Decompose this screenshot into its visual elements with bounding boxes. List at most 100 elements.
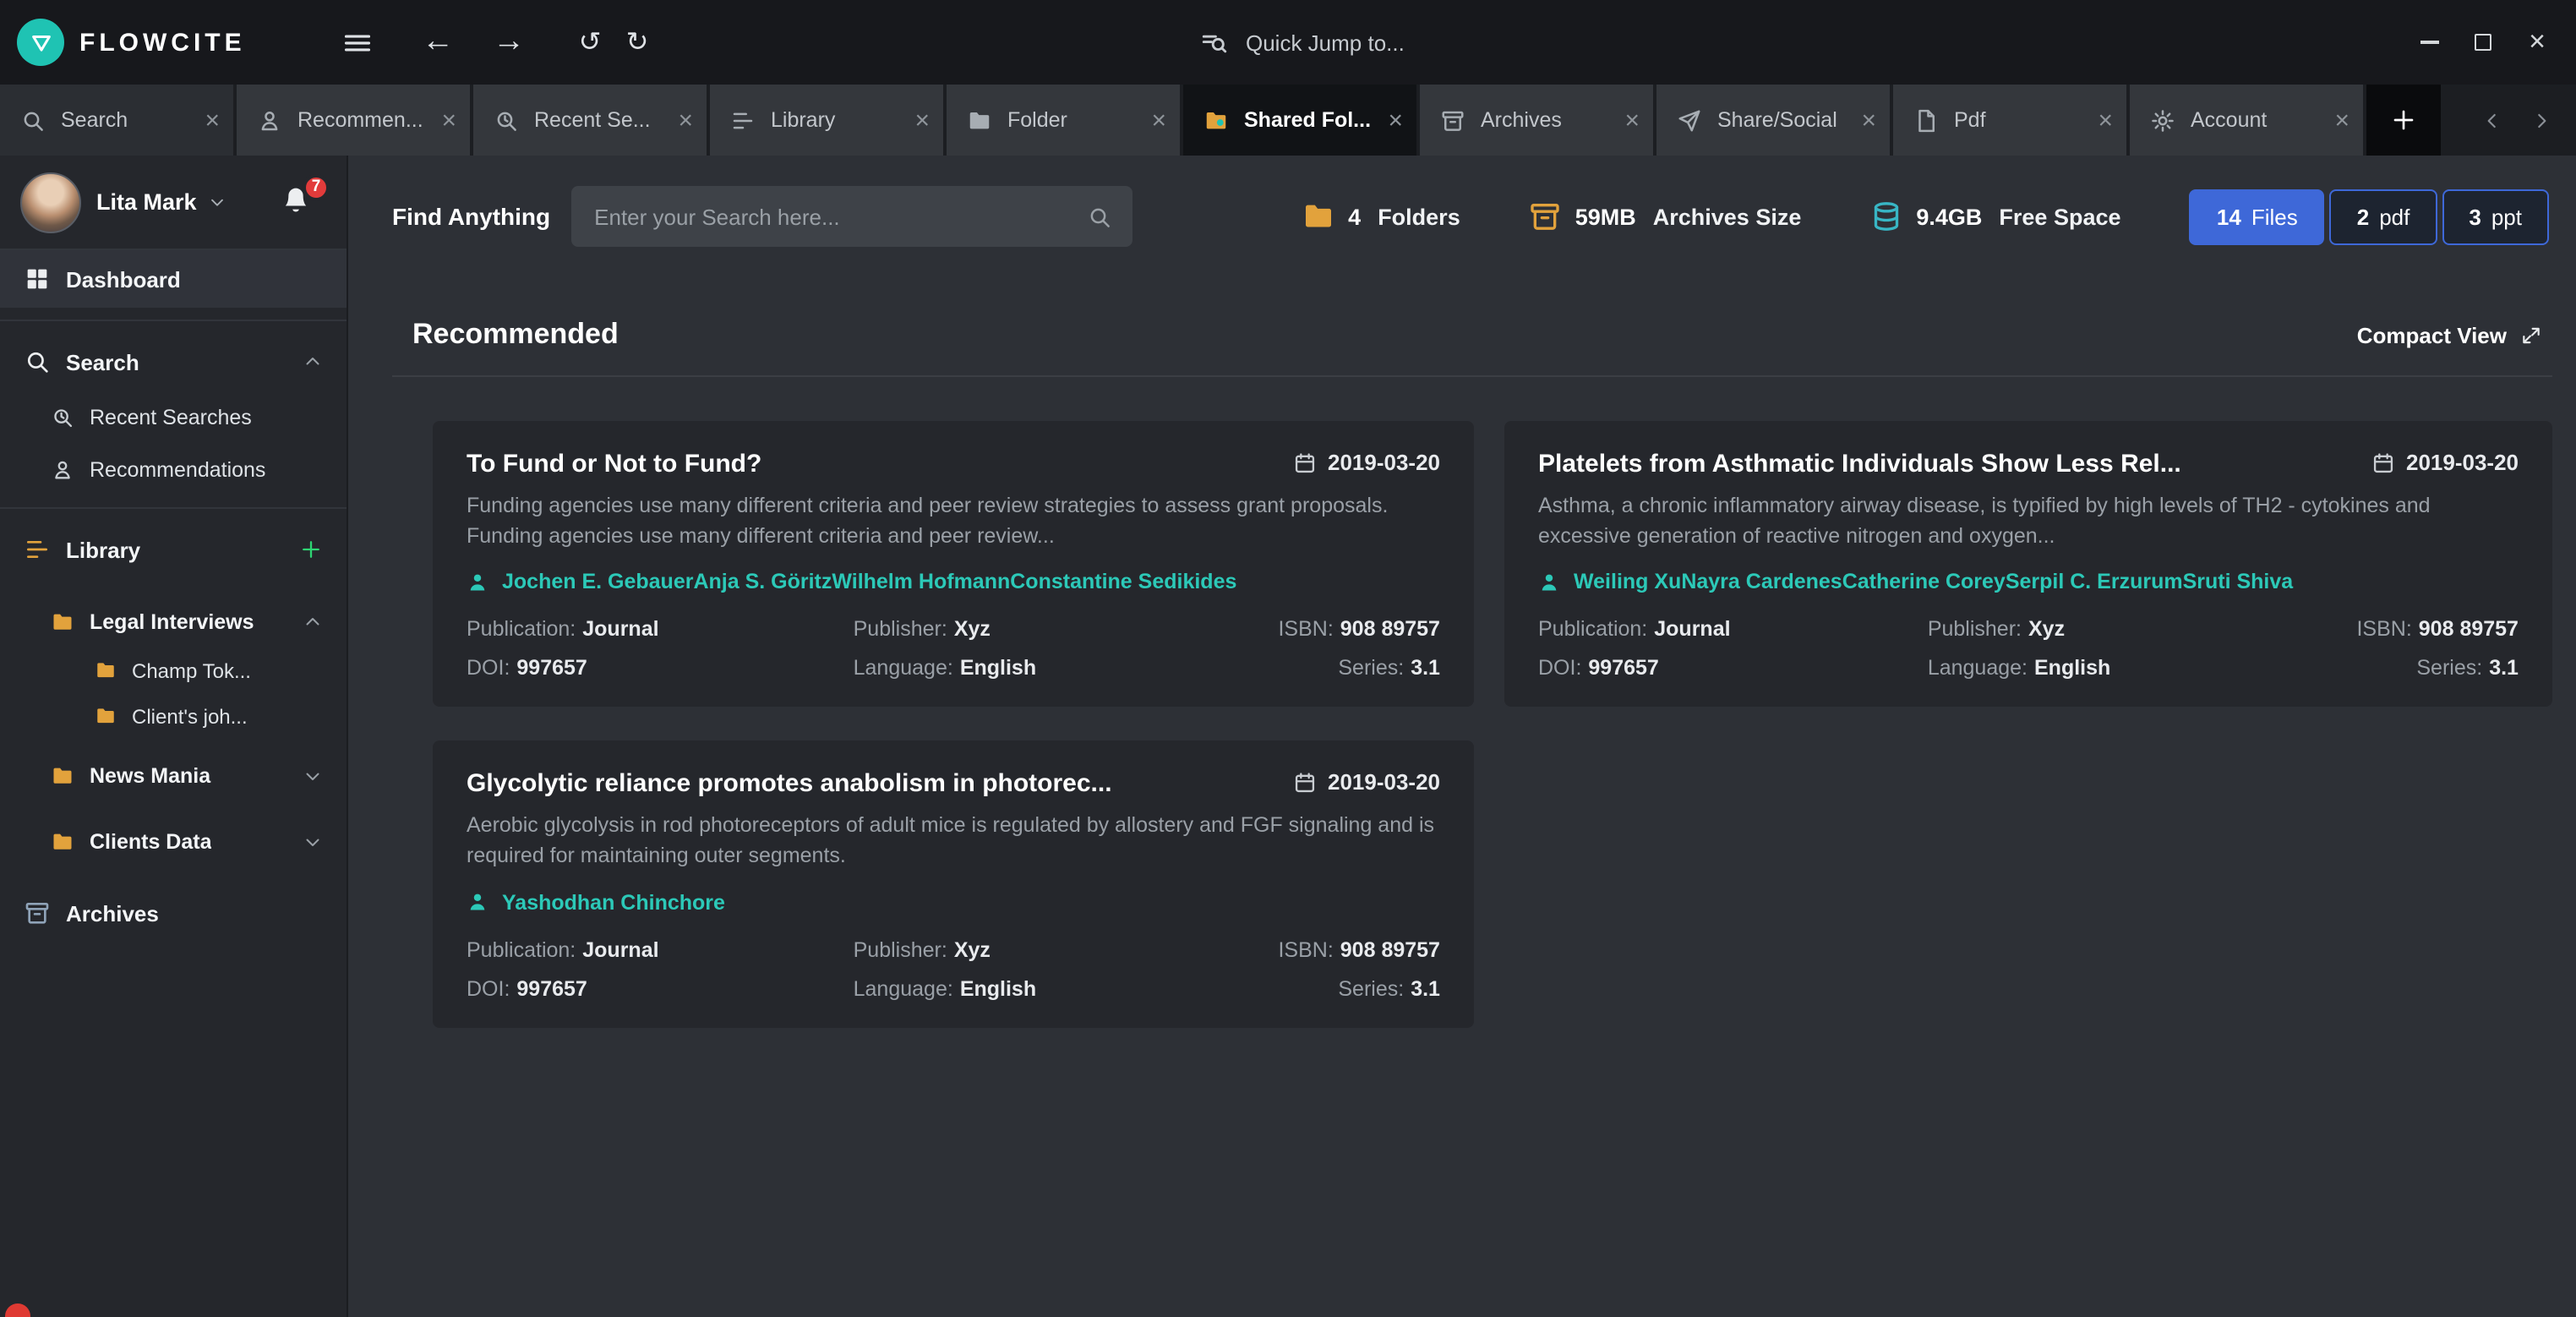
meta-label: Language: [1928, 657, 2028, 680]
cards-column-left: To Fund or Not to Fund?2019-03-20Funding… [433, 421, 1474, 1027]
meta-publisher: Publisher:Xyz [854, 618, 1174, 642]
menu-button[interactable] [331, 0, 382, 85]
tab-label: Recent Se... [534, 108, 668, 132]
sidebar-item-clients-data[interactable]: Clients Data [0, 815, 347, 867]
search-icon [1086, 204, 1111, 229]
add-library-icon[interactable] [299, 538, 323, 561]
user-menu[interactable]: Lita Mark 7 [0, 156, 347, 250]
minimize-button[interactable] [2407, 0, 2451, 85]
person-icon [467, 571, 488, 593]
chevron-right-icon[interactable] [2530, 109, 2552, 131]
meta-label: Series: [1338, 657, 1404, 680]
tab-close-icon[interactable]: × [205, 107, 220, 133]
quick-jump[interactable]: Quick Jump to... [1200, 0, 1405, 85]
meta-label: ISBN: [2356, 618, 2411, 642]
card-header: Platelets from Asthmatic Individuals Sho… [1538, 450, 2519, 478]
meta-label: Publication: [1538, 618, 1647, 642]
card-authors[interactable]: Jochen E. GebauerAnja S. GöritzWilhelm H… [467, 571, 1440, 594]
cards-column-right: Platelets from Asthmatic Individuals Sho… [1504, 421, 2552, 708]
chevron-down-icon[interactable] [303, 765, 323, 785]
avatar [20, 172, 81, 232]
tab-account[interactable]: Account× [2130, 85, 2363, 156]
folder-icon [95, 705, 117, 727]
sidebar-item-library[interactable]: Library [0, 521, 347, 578]
tab-pdf[interactable]: Pdf× [1893, 85, 2126, 156]
chevron-down-icon[interactable] [303, 831, 323, 851]
sidebar-item-label: Champ Tok... [132, 658, 251, 682]
meta-language: Language:English [1928, 657, 2250, 680]
stat-label: Archives Size [1653, 204, 1802, 229]
filter-files[interactable]: 14Files [2190, 189, 2325, 244]
meta-label: Publisher: [854, 618, 947, 642]
tab-close-icon[interactable]: × [1388, 107, 1403, 133]
tab-archives[interactable]: Archives× [1420, 85, 1653, 156]
meta-label: ISBN: [1278, 618, 1333, 642]
share-icon [1677, 107, 1702, 133]
close-button[interactable]: × [2515, 0, 2559, 85]
tab-recent-se[interactable]: Recent Se... × [473, 85, 707, 156]
tab-scroll-controls [2481, 85, 2576, 156]
notifications-button[interactable]: 7 [279, 183, 316, 221]
person-icon [1538, 571, 1560, 593]
document-card[interactable]: To Fund or Not to Fund?2019-03-20Funding… [433, 421, 1474, 708]
sidebar-item-dashboard[interactable]: Dashboard [0, 250, 347, 308]
tab-share-social[interactable]: Share/Social× [1656, 85, 1890, 156]
document-card[interactable]: Glycolytic reliance promotes anabolism i… [433, 741, 1474, 1028]
undo-button[interactable]: ↺ [565, 0, 615, 85]
tab-close-icon[interactable]: × [2098, 107, 2113, 133]
card-authors[interactable]: Yashodhan Chinchore [467, 890, 1440, 914]
tab-close-icon[interactable]: × [1861, 107, 1876, 133]
meta-series: Series:3.1 [1173, 976, 1440, 1000]
filter-ppt[interactable]: 3ppt [2442, 189, 2549, 244]
tab-shared-fol[interactable]: Shared Fol...× [1183, 85, 1416, 156]
stat-label: Folders [1378, 204, 1460, 229]
tab-search[interactable]: Search× [0, 85, 233, 156]
tab-close-icon[interactable]: × [1624, 107, 1640, 133]
sidebar-item-news-mania[interactable]: News Mania [0, 749, 347, 801]
card-authors[interactable]: Weiling XuNayra CardenesCatherine CoreyS… [1538, 571, 2519, 594]
chevron-left-icon[interactable] [2481, 109, 2503, 131]
back-button[interactable]: ← [412, 0, 463, 85]
compact-view-toggle[interactable]: Compact View [2357, 322, 2542, 347]
tab-close-icon[interactable]: × [914, 107, 930, 133]
recent-search-icon [51, 405, 74, 429]
tab-close-icon[interactable]: × [441, 107, 456, 133]
folder-icon [1301, 199, 1334, 233]
redo-button[interactable]: ↻ [612, 0, 663, 85]
meta-publisher: Publisher:Xyz [1928, 618, 2250, 642]
tab-folder[interactable]: Folder× [947, 85, 1180, 156]
filter-pdf[interactable]: 2pdf [2330, 189, 2437, 244]
sidebar-item-champ-tok[interactable]: Champ Tok... [0, 648, 347, 693]
sidebar-item-label: Clients Data [90, 829, 212, 853]
document-card[interactable]: Platelets from Asthmatic Individuals Sho… [1504, 421, 2552, 708]
sidebar-item-recent-searches[interactable]: Recent Searches [0, 391, 347, 443]
sidebar-item-label: Recent Searches [90, 405, 252, 429]
new-tab-button[interactable] [2366, 85, 2441, 156]
forward-button[interactable]: → [483, 0, 534, 85]
sidebar-item-archives[interactable]: Archives [0, 884, 347, 942]
plus-icon [2390, 107, 2417, 134]
file-type-filters: 14Files2pdf3ppt [2190, 189, 2549, 244]
sidebar-item-clients-joh[interactable]: Client's joh... [0, 693, 347, 739]
tab-close-icon[interactable]: × [678, 107, 693, 133]
tab-close-icon[interactable]: × [2334, 107, 2350, 133]
tab-close-icon[interactable]: × [1151, 107, 1166, 133]
meta-language: Language:English [854, 657, 1174, 680]
chevron-up-icon[interactable] [303, 611, 323, 631]
sidebar-item-recommendations[interactable]: Recommendations [0, 443, 347, 495]
person-icon [467, 891, 488, 913]
sidebar-item-legal-interviews[interactable]: Legal Interviews [0, 595, 347, 648]
meta-doi: DOI:997657 [467, 976, 854, 1000]
meta-value: English [960, 976, 1036, 1000]
tab-recommen[interactable]: Recommen...× [237, 85, 470, 156]
meta-value: Xyz [954, 937, 991, 961]
expand-icon [2520, 324, 2542, 346]
folder-icon [967, 107, 992, 133]
tab-library[interactable]: Library× [710, 85, 943, 156]
meta-isbn: ISBN:908 89757 [1173, 618, 1440, 642]
chevron-up-icon[interactable] [303, 352, 323, 372]
maximize-button[interactable] [2461, 0, 2505, 85]
sidebar-item-search[interactable]: Search [0, 333, 347, 391]
divider [0, 507, 347, 509]
search-input[interactable] [570, 186, 1132, 247]
